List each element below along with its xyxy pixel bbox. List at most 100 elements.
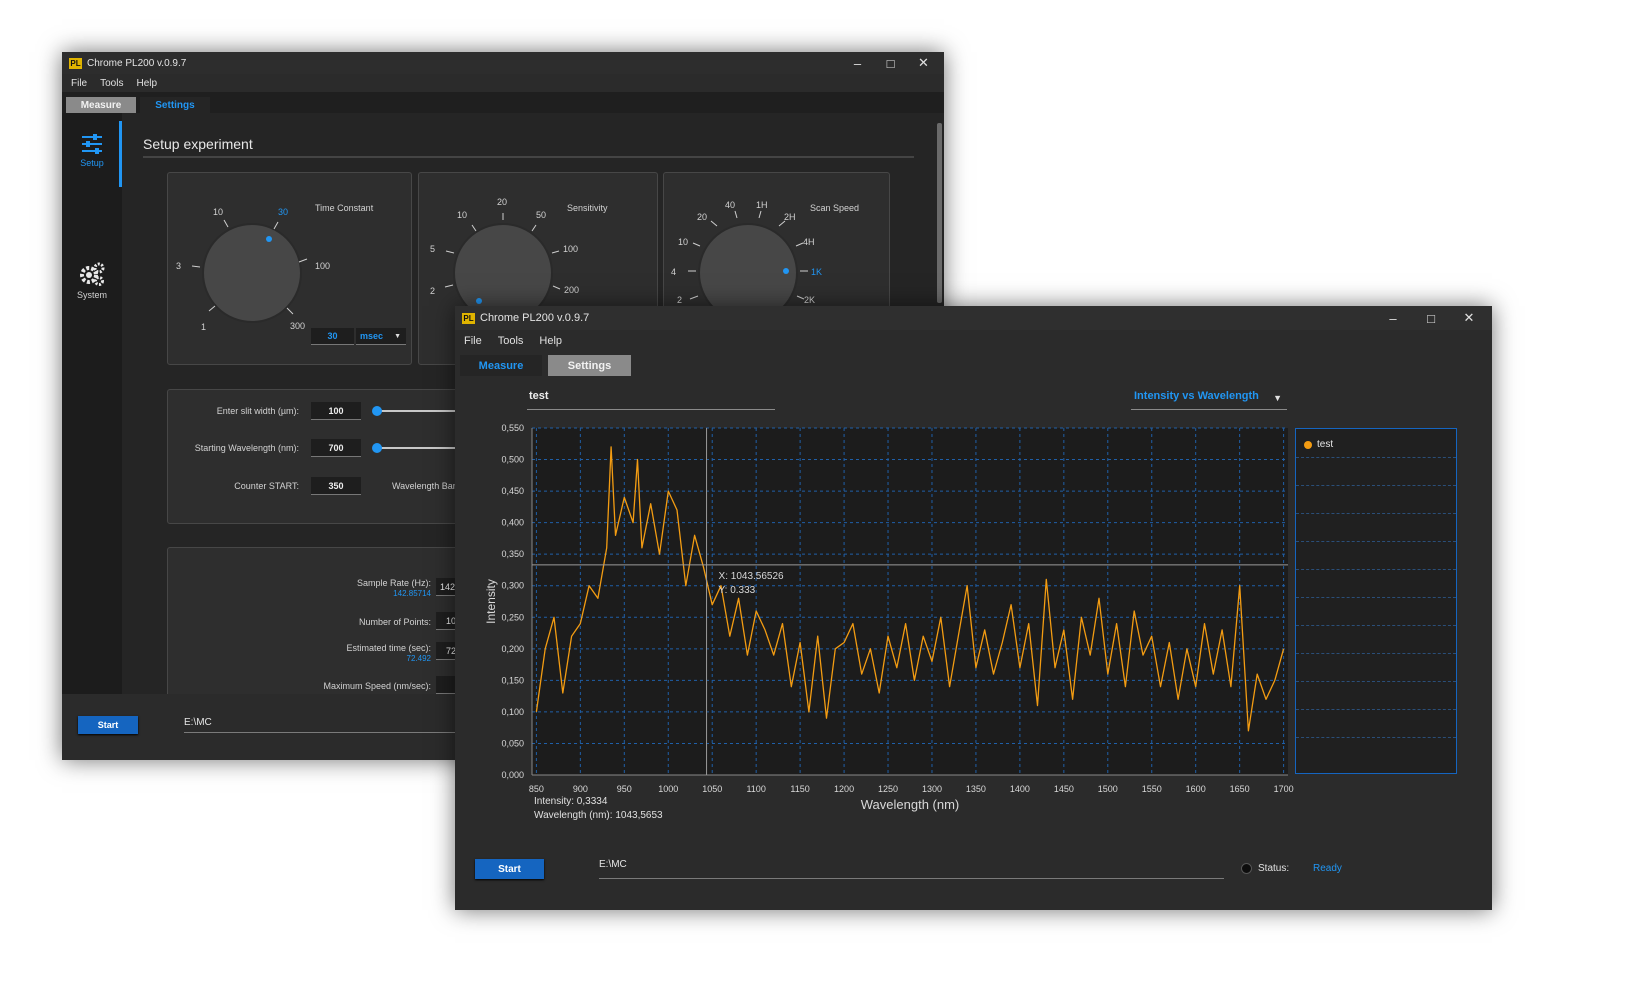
page-title: Setup experiment	[143, 136, 253, 152]
dial-title: Time Constant	[315, 203, 374, 213]
wavelength-band-label: Wavelength Band	[392, 481, 463, 491]
maximum-speed-label: Maximum Speed (nm/sec):	[323, 681, 431, 691]
crosshair-x-label: X: 1043.56526	[719, 571, 784, 582]
tab-settings[interactable]: Settings	[548, 355, 631, 376]
legend-item[interactable]: test	[1304, 439, 1333, 450]
legend-row-divider	[1296, 569, 1456, 570]
app-logo: PL	[69, 57, 82, 69]
close-icon[interactable]: ✕	[907, 52, 940, 74]
x-tick-label: 1200	[834, 784, 854, 794]
dial-tick: 50	[536, 210, 547, 220]
dial-tick: 5	[430, 244, 436, 254]
slit-width-slider-handle[interactable]	[372, 406, 382, 416]
unit-select-value: msec	[360, 331, 384, 341]
x-tick-label: 1000	[658, 784, 678, 794]
sidebar-item-system[interactable]: System	[62, 261, 122, 300]
minimize-icon[interactable]: –	[1374, 306, 1412, 330]
x-axis-label: Wavelength (nm)	[861, 797, 960, 812]
tab-measure[interactable]: Measure	[460, 355, 542, 376]
legend-label: test	[1317, 439, 1334, 450]
minimize-icon[interactable]: –	[841, 52, 874, 74]
dial-tick: 300	[290, 321, 306, 331]
path-field[interactable]: E:\MC	[599, 859, 1224, 879]
menu-help[interactable]: Help	[539, 335, 562, 347]
dial-tick: 2H	[784, 212, 796, 222]
dial-tick: 20	[497, 197, 508, 207]
x-tick-label: 900	[573, 784, 588, 794]
y-tick-label: 0,450	[501, 486, 524, 496]
dial-tick: 10	[213, 207, 224, 217]
dial-tick: 20	[697, 212, 708, 222]
x-tick-label: 1500	[1098, 784, 1118, 794]
y-tick-label: 0,100	[501, 707, 524, 717]
y-tick-label: 0,300	[501, 581, 524, 591]
legend-row-divider	[1296, 485, 1456, 486]
dial-tick: 2K	[804, 295, 816, 305]
dial-tick: 2	[430, 286, 436, 296]
app-logo: PL	[462, 312, 475, 324]
counter-start-input[interactable]: 350	[311, 477, 361, 495]
title-bar[interactable]: PL Chrome PL200 v.0.9.7 – □ ✕	[62, 52, 944, 74]
chart-view-select[interactable]: Intensity vs Wavelength ▼	[1131, 390, 1287, 410]
x-tick-label: 1350	[966, 784, 986, 794]
start-button[interactable]: Start	[78, 716, 138, 734]
crosshair-y-label: Y: 0.333	[719, 585, 756, 596]
y-tick-label: 0,050	[501, 738, 524, 748]
dial-tick: 1H	[756, 200, 768, 210]
sample-rate-label: Sample Rate (Hz):	[356, 578, 431, 588]
menu-tools[interactable]: Tools	[498, 335, 524, 347]
time-constant-value[interactable]: 30	[311, 328, 354, 345]
y-tick-label: 0,000	[501, 770, 524, 780]
close-icon[interactable]: ✕	[1450, 306, 1488, 330]
dial-tick: 10	[678, 237, 689, 247]
gears-icon	[80, 262, 105, 286]
tab-measure[interactable]: Measure	[66, 97, 136, 113]
menu-file[interactable]: File	[464, 335, 482, 347]
title-divider	[143, 156, 914, 158]
maximize-icon[interactable]: □	[1412, 306, 1450, 330]
menu-tools[interactable]: Tools	[100, 78, 123, 89]
dial-tick: 40	[725, 200, 736, 210]
start-button[interactable]: Start	[475, 859, 544, 879]
path-field[interactable]: E:\MC	[184, 717, 464, 733]
legend-row-divider	[1296, 541, 1456, 542]
slit-width-label: Enter slit width (µm):	[216, 406, 299, 416]
y-tick-label: 0,350	[501, 549, 524, 559]
x-tick-label: 1400	[1010, 784, 1030, 794]
sidebar-item-setup[interactable]: Setup	[62, 133, 122, 168]
menu-help[interactable]: Help	[136, 78, 157, 89]
time-constant-unit-select[interactable]: msec ▼	[356, 328, 406, 345]
starting-wavelength-input[interactable]: 700	[311, 439, 361, 457]
x-tick-label: 1100	[746, 784, 765, 794]
menu-file[interactable]: File	[71, 78, 87, 89]
y-tick-label: 0,250	[501, 612, 524, 622]
menu-bar: File Tools Help	[455, 330, 1492, 352]
dial-tick: 4	[671, 267, 677, 277]
x-tick-label: 1150	[790, 784, 809, 794]
chart-name-input[interactable]: test	[527, 390, 775, 410]
slit-width-input[interactable]: 100	[311, 402, 361, 420]
sliders-icon	[82, 134, 102, 154]
estimated-time-exact: 72.492	[406, 654, 431, 663]
dial-tick: 1K	[811, 267, 823, 277]
x-tick-label: 950	[617, 784, 632, 794]
sidebar: Setup System	[62, 113, 122, 760]
legend-row-divider	[1296, 737, 1456, 738]
starting-wavelength-slider-handle[interactable]	[372, 443, 382, 453]
scrollbar[interactable]	[937, 123, 942, 303]
tab-settings[interactable]: Settings	[140, 97, 210, 113]
legend-row-divider	[1296, 513, 1456, 514]
wavelength-readout: Wavelength (nm): 1043,5653	[534, 810, 663, 821]
estimated-time-label: Estimated time (sec):	[346, 643, 431, 653]
tab-bar: Measure Settings	[62, 92, 944, 113]
intensity-chart[interactable]: 850 900 950 1000 1050 1100 1150 1200 1250 1300 135…	[455, 416, 1295, 856]
sidebar-item-label: System	[76, 290, 107, 300]
status-label: Status:	[1258, 863, 1290, 874]
dial-tick: 4H	[803, 237, 815, 247]
measure-window: PL Chrome PL200 v.0.9.7 – □ ✕ File Tools…	[455, 306, 1492, 910]
legend-marker	[1304, 440, 1312, 449]
y-tick-label: 0,200	[501, 644, 524, 654]
title-bar[interactable]: PL Chrome PL200 v.0.9.7 – □ ✕	[455, 306, 1492, 330]
maximize-icon[interactable]: □	[874, 52, 907, 74]
y-tick-label: 0,550	[501, 423, 524, 433]
